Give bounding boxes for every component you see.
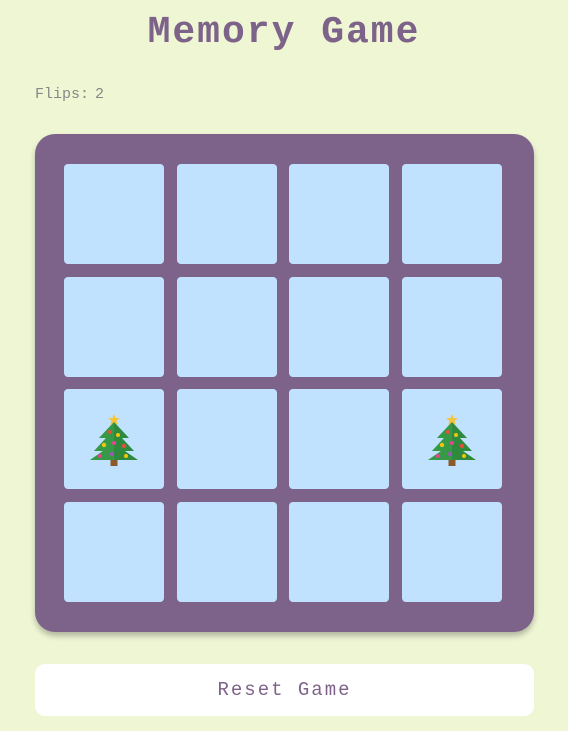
card-face-down[interactable]	[289, 389, 389, 489]
card-face-down[interactable]	[401, 501, 502, 602]
card-face-down[interactable]	[289, 164, 389, 264]
christmas-tree-icon	[427, 414, 476, 466]
card-face-down[interactable]	[289, 276, 389, 377]
card-face-up[interactable]	[64, 389, 164, 489]
card-face-down[interactable]	[289, 501, 389, 602]
card-face-down[interactable]	[176, 501, 277, 602]
card-face-down[interactable]	[401, 164, 502, 264]
flip-counter: Flips: 2	[35, 86, 104, 104]
card-face-down[interactable]	[64, 164, 164, 264]
christmas-tree-icon	[90, 414, 138, 466]
card-face-down[interactable]	[64, 276, 164, 377]
card-face-down[interactable]	[401, 276, 502, 377]
game-board	[35, 134, 534, 632]
page-title: Memory Game	[147, 11, 421, 54]
card-face-down[interactable]	[176, 276, 277, 377]
card-face-up[interactable]	[401, 389, 502, 489]
flips-label: Flips:	[35, 86, 90, 103]
flips-value: 2	[95, 86, 105, 103]
card-face-down[interactable]	[176, 164, 277, 264]
card-face-down[interactable]	[64, 501, 164, 602]
reset-game-button[interactable]: Reset Game	[35, 664, 534, 716]
card-face-down[interactable]	[176, 389, 277, 489]
